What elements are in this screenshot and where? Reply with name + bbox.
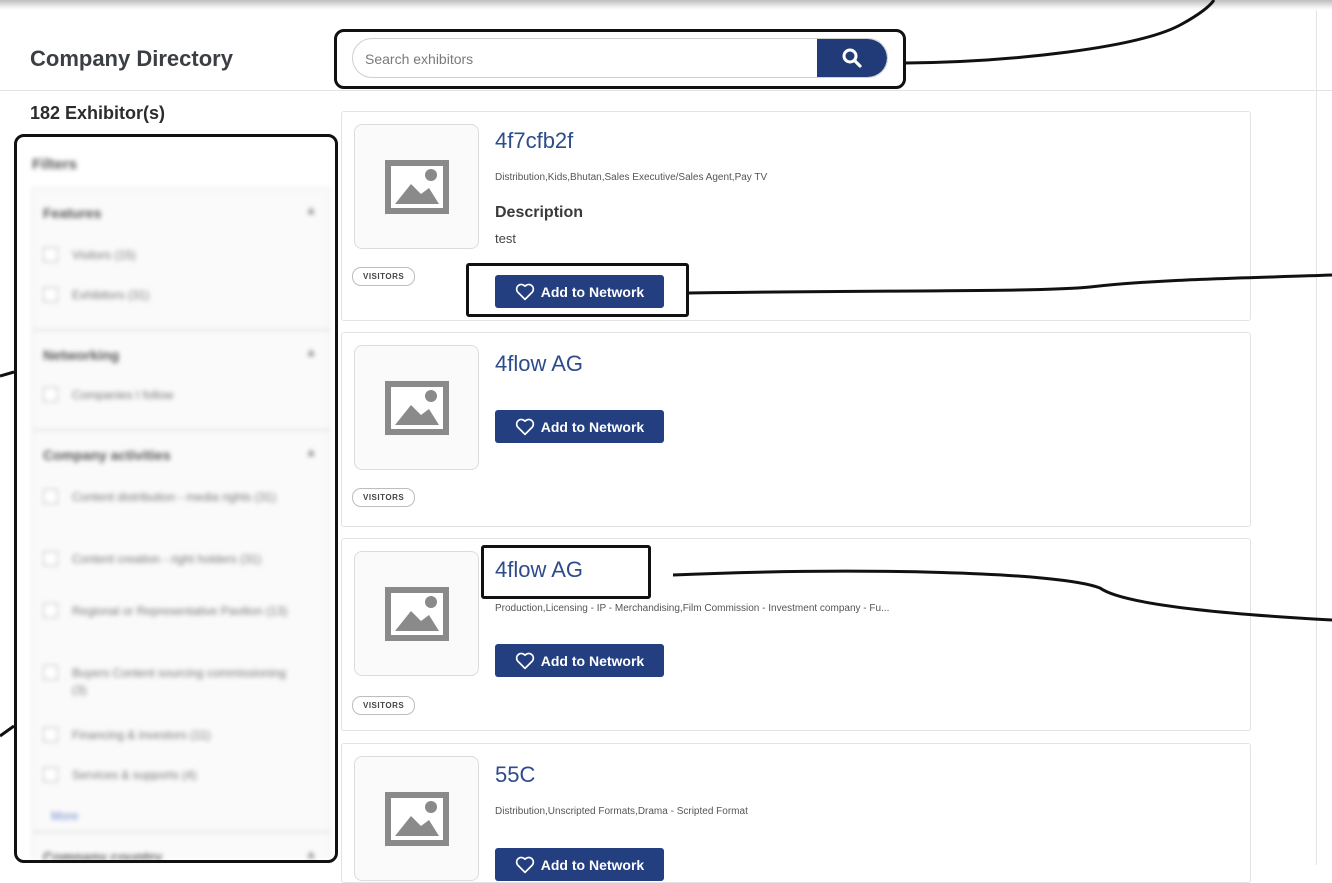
- add-to-network-button[interactable]: Add to Network: [495, 410, 664, 443]
- description-text: test: [495, 231, 516, 246]
- heart-icon: [515, 652, 534, 669]
- search-annotation-box: [334, 29, 906, 89]
- button-label: Add to Network: [540, 652, 645, 669]
- exhibitor-tags: Production,Licensing - IP - Merchandisin…: [495, 603, 890, 614]
- visitors-badge: VISITORS: [352, 488, 416, 507]
- filters-annotation-box: [14, 134, 338, 863]
- leader-line-filters-bottom: [0, 724, 15, 738]
- right-divider: [1316, 10, 1317, 865]
- company-logo-placeholder: [354, 551, 479, 676]
- exhibitor-tags: Distribution,Kids,Bhutan,Sales Executive…: [495, 172, 768, 183]
- add-to-network-annotation-box: [466, 263, 689, 317]
- visitors-badge: VISITORS: [352, 267, 416, 286]
- company-logo-placeholder: [354, 345, 479, 470]
- exhibitor-card: 4flow AG Production,Licensing - IP - Mer…: [341, 538, 1251, 731]
- image-placeholder-icon: [384, 380, 449, 435]
- button-label: Add to Network: [540, 418, 645, 435]
- heart-icon: [515, 418, 534, 435]
- description-heading: Description: [495, 204, 584, 221]
- exhibitor-count: 182 Exhibitor(s): [30, 103, 166, 123]
- visitors-badge: VISITORS: [352, 696, 416, 715]
- image-placeholder-icon: [384, 159, 449, 214]
- exhibitor-tags: Distribution,Unscripted Formats,Drama - …: [495, 806, 748, 817]
- leader-line-filters-top: [0, 370, 15, 378]
- image-placeholder-icon: [384, 791, 449, 846]
- company-logo-placeholder: [354, 124, 479, 249]
- exhibitor-name-link[interactable]: 55C: [495, 762, 535, 788]
- company-logo-placeholder: [354, 756, 479, 881]
- exhibitor-name-link[interactable]: 4flow AG: [495, 351, 583, 377]
- add-to-network-button[interactable]: Add to Network: [495, 644, 664, 677]
- page-title: Company Directory: [30, 46, 233, 71]
- company-name-annotation-box: [481, 545, 651, 599]
- exhibitor-card: 4flow AG Add to Network VISITORS: [341, 332, 1251, 527]
- image-placeholder-icon: [384, 586, 449, 641]
- header-divider: [0, 90, 1332, 91]
- top-edge-shadow: [0, 0, 1332, 10]
- exhibitor-name-link[interactable]: 4f7cfb2f: [495, 128, 573, 154]
- exhibitor-card: 55C Distribution,Unscripted Formats,Dram…: [341, 743, 1251, 883]
